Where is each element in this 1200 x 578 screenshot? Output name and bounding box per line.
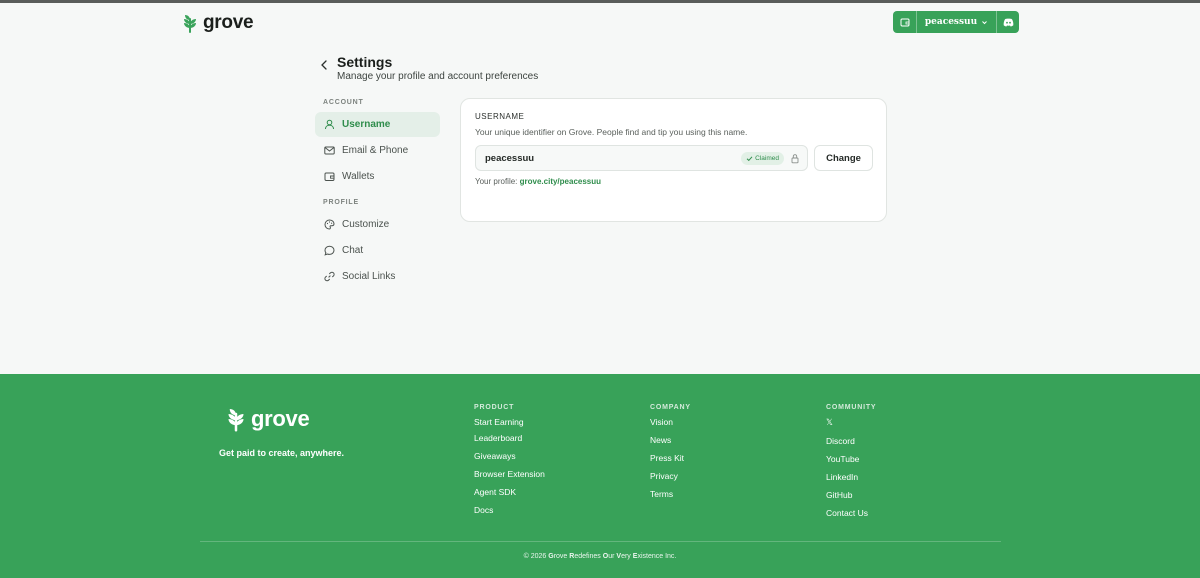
discord-icon bbox=[1003, 18, 1013, 26]
user-menu-button[interactable]: peacessuu bbox=[917, 11, 997, 33]
link-icon bbox=[324, 271, 335, 282]
user-icon bbox=[325, 119, 334, 130]
footer-column-title: COMMUNITY bbox=[826, 404, 877, 411]
footer-divider bbox=[200, 541, 1001, 542]
footer-link-terms[interactable]: Terms bbox=[650, 489, 691, 499]
footer-link-browser-extension[interactable]: Browser Extension bbox=[474, 469, 545, 479]
top-border bbox=[0, 0, 1200, 3]
wallet-button[interactable] bbox=[893, 11, 917, 33]
footer-column-company: COMPANY Vision News Press Kit Privacy Te… bbox=[650, 404, 691, 499]
grove-logo[interactable]: grove bbox=[182, 12, 254, 34]
footer: grove Get paid to create, anywhere. PROD… bbox=[0, 374, 1200, 578]
footer-link-start-earning[interactable]: Start Earning bbox=[474, 417, 545, 427]
profile-url-prefix: Your profile: bbox=[475, 177, 518, 186]
account-menu: peacessuu bbox=[893, 11, 1019, 33]
footer-brand-name: grove bbox=[251, 406, 310, 431]
claimed-badge-label: Claimed bbox=[755, 155, 779, 162]
sidebar-item-customize[interactable]: Customize bbox=[315, 212, 440, 237]
lock-icon bbox=[791, 154, 799, 164]
copyright-suffix: Inc. bbox=[663, 553, 677, 560]
account-username: peacessuu bbox=[924, 17, 978, 27]
sidebar-item-label: Wallets bbox=[342, 171, 375, 182]
footer-link-github[interactable]: GitHub bbox=[826, 490, 876, 500]
sidebar-item-label: Email & Phone bbox=[342, 145, 409, 156]
claimed-badge: Claimed bbox=[741, 152, 784, 165]
footer-column-title: PRODUCT bbox=[474, 404, 515, 411]
sprout-logo-icon bbox=[228, 409, 244, 432]
brand-name: grove bbox=[203, 12, 254, 33]
sidebar-item-chat[interactable]: Chat bbox=[315, 238, 440, 263]
username-card: USERNAME Your unique identifier on Grove… bbox=[460, 98, 887, 222]
palette-icon bbox=[324, 219, 335, 230]
nav-group-account: ACCOUNT bbox=[323, 99, 364, 106]
footer-column-product: PRODUCT Start Earning Leaderboard Giveaw… bbox=[474, 404, 545, 515]
copyright-word: ur bbox=[608, 553, 615, 560]
sidebar-item-label: Social Links bbox=[342, 271, 396, 282]
copyright: © 2026 Grove Redefines Our Very Existenc… bbox=[0, 553, 1200, 560]
copyright-word: rove bbox=[553, 553, 568, 560]
sidebar-item-label: Customize bbox=[342, 219, 390, 230]
profile-url-line: Your profile: grove.city/peacessuu bbox=[475, 177, 601, 186]
footer-column-title: COMPANY bbox=[650, 404, 691, 411]
footer-link-contact-us[interactable]: Contact Us bbox=[826, 508, 876, 518]
chat-icon bbox=[324, 245, 335, 256]
wallet-icon bbox=[324, 172, 335, 181]
sidebar-item-username[interactable]: Username bbox=[315, 112, 440, 137]
copyright-prefix: © 2026 bbox=[523, 553, 549, 560]
sprout-logo-icon bbox=[184, 15, 196, 33]
copyright-word: ery bbox=[621, 553, 631, 560]
sidebar-item-wallets[interactable]: Wallets bbox=[315, 164, 440, 189]
nav-group-profile: PROFILE bbox=[323, 199, 359, 206]
sidebar-item-label: Chat bbox=[342, 245, 364, 256]
footer-logo[interactable]: grove bbox=[226, 406, 310, 432]
profile-url-link[interactable]: grove.city/peacessuu bbox=[520, 177, 601, 186]
sidebar-item-label: Username bbox=[342, 119, 391, 130]
username-value: peacessuu bbox=[485, 152, 535, 164]
footer-link-leaderboard[interactable]: Leaderboard bbox=[474, 433, 545, 443]
footer-column-community: COMMUNITY 𝕏 Discord YouTube LinkedIn Git… bbox=[826, 404, 876, 518]
footer-link-news[interactable]: News bbox=[650, 435, 691, 445]
copyright-word: edefines bbox=[574, 553, 601, 560]
footer-link-agent-sdk[interactable]: Agent SDK bbox=[474, 487, 545, 497]
footer-link-linkedin[interactable]: LinkedIn bbox=[826, 472, 876, 482]
username-section-label: USERNAME bbox=[475, 112, 525, 121]
footer-link-privacy[interactable]: Privacy bbox=[650, 471, 691, 481]
copyright-word: xistence bbox=[637, 553, 664, 560]
footer-link-docs[interactable]: Docs bbox=[474, 505, 545, 515]
footer-link-x[interactable]: 𝕏 bbox=[826, 417, 876, 428]
footer-tagline: Get paid to create, anywhere. bbox=[219, 448, 345, 458]
footer-link-vision[interactable]: Vision bbox=[650, 417, 691, 427]
change-username-button[interactable]: Change bbox=[814, 145, 873, 171]
chevron-down-icon bbox=[982, 20, 987, 24]
footer-link-youtube[interactable]: YouTube bbox=[826, 454, 876, 464]
check-icon bbox=[746, 156, 753, 162]
mail-icon bbox=[324, 146, 335, 155]
page-title: Settings bbox=[337, 54, 393, 70]
username-description: Your unique identifier on Grove. People … bbox=[475, 127, 748, 137]
username-field[interactable]: peacessuu Claimed bbox=[475, 145, 808, 171]
wallet-icon bbox=[900, 18, 909, 27]
chevron-left-icon bbox=[321, 60, 327, 70]
footer-link-discord[interactable]: Discord bbox=[826, 436, 876, 446]
footer-link-press-kit[interactable]: Press Kit bbox=[650, 453, 691, 463]
footer-link-giveaways[interactable]: Giveaways bbox=[474, 451, 545, 461]
page-subtitle: Manage your profile and account preferen… bbox=[337, 71, 539, 82]
discord-button[interactable] bbox=[997, 11, 1019, 33]
back-button[interactable] bbox=[318, 59, 330, 71]
sidebar-item-social-links[interactable]: Social Links bbox=[315, 264, 440, 289]
sidebar-item-email-phone[interactable]: Email & Phone bbox=[315, 138, 440, 163]
